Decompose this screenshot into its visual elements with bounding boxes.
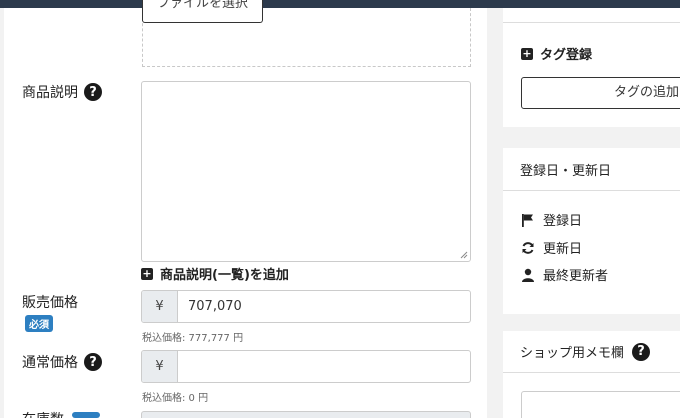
help-icon[interactable]: ? [632,342,651,361]
regular-price-input-group[interactable]: ¥ [141,350,471,383]
refresh-icon [522,241,534,254]
description-label-row: 商品説明 ? [22,82,102,102]
flag-icon [522,213,533,227]
add-list-description-link[interactable]: + 商品説明(一覧)を追加 [141,264,289,283]
plus-square-icon: + [141,266,153,280]
stock-badge [72,412,100,418]
add-tag-button[interactable]: タグの追加 [521,77,680,109]
last-editor-row: 最終更新者 [521,265,608,284]
user-icon [522,268,534,282]
registered-date-row: 登録日 [521,210,582,229]
help-icon[interactable]: ? [84,83,102,101]
description-textarea[interactable] [141,81,471,262]
regular-price-tax-hint: 税込価格: 0 円 [142,393,209,404]
choose-file-button[interactable]: ファイルを選択 [142,0,263,23]
description-label: 商品説明 [22,85,78,101]
add-list-description-label: 商品説明(一覧)を追加 [160,268,289,283]
sale-price-input-group[interactable]: ¥ 707,070 [141,290,471,323]
tag-card [503,8,680,127]
required-badge: 必須 [25,315,53,332]
tag-register-label: タグ登録 [540,48,593,63]
sale-price-input[interactable]: 707,070 [178,291,242,322]
tag-card-top-divider [503,8,680,23]
shop-memo-header: ショップ用メモ欄 ? [503,331,680,373]
shop-memo-textarea[interactable] [521,391,680,418]
dates-card: 登録日・更新日 [503,148,680,314]
dates-card-title: 登録日・更新日 [520,163,612,179]
help-icon[interactable]: ? [84,353,102,371]
currency-prefix: ¥ [142,291,178,322]
shop-memo-title: ショップ用メモ欄 [520,346,625,361]
resize-grip-icon[interactable] [460,251,468,259]
stock-input[interactable] [141,411,471,418]
currency-prefix: ¥ [142,351,178,382]
dates-card-header: 登録日・更新日 [503,148,680,191]
stock-label: 在庫数 [22,409,64,418]
sale-price-tax-hint: 税込価格: 777,777 円 [142,333,244,344]
regular-price-label: 通常価格 [22,355,78,371]
updated-date-row: 更新日 [521,238,582,257]
top-navbar [0,0,680,8]
sale-price-label: 販売価格 [22,295,78,311]
last-editor-label: 最終更新者 [543,269,609,284]
plus-square-icon: + [521,46,533,60]
registered-date-label: 登録日 [543,214,583,229]
tag-register-title: + タグ登録 [521,44,592,63]
regular-price-label-row: 通常価格 ? [22,352,102,372]
regular-price-input[interactable] [178,351,188,382]
updated-date-label: 更新日 [543,242,583,257]
